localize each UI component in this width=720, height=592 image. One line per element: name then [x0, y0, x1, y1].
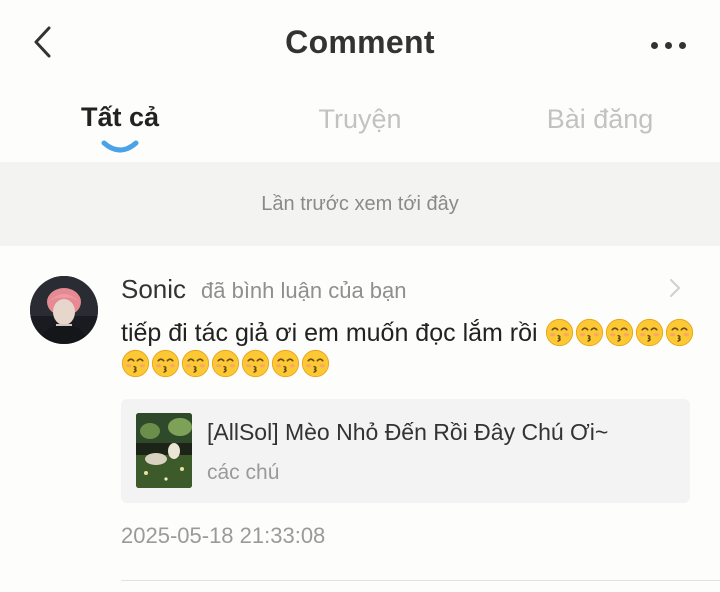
tab-stories[interactable]: Truyện — [240, 104, 480, 135]
more-dot — [664, 41, 672, 49]
tab-posts[interactable]: Bài đăng — [480, 104, 720, 135]
story-cover-image — [136, 413, 192, 488]
comment-action-text: đã bình luận của bạn — [201, 278, 407, 303]
kissing-face-smiling-eyes-icon — [545, 318, 573, 347]
avatar[interactable] — [30, 276, 98, 344]
kissing-face-smiling-eyes-icon — [211, 349, 240, 378]
comment-text: tiếp đi tác giả ơi em muốn đọc lắm rồi — [121, 318, 701, 380]
kissing-face-smiling-eyes-icon — [271, 349, 300, 378]
tab-bar: Tất cả Truyện Bài đăng — [0, 96, 720, 162]
kissing-face-smiling-eyes-icon — [575, 318, 603, 347]
more-options-button[interactable] — [642, 30, 694, 60]
last-viewed-divider: Lần trước xem tới đây — [0, 162, 720, 246]
active-tab-indicator — [101, 140, 139, 153]
story-title: [AllSol] Mèo Nhỏ Đến Rồi Đây Chú Ơi~ — [207, 419, 609, 445]
kissing-face-smiling-eyes-icon — [151, 349, 180, 378]
kissing-face-smiling-eyes-icon — [121, 349, 150, 378]
divider-line — [121, 580, 720, 581]
story-subtitle: các chú — [207, 461, 280, 484]
more-horizontal-icon — [650, 41, 658, 49]
kissing-face-smiling-eyes-icon — [665, 318, 693, 347]
kissing-face-smiling-eyes-icon — [181, 349, 210, 378]
kissing-face-smiling-eyes-icon — [241, 349, 270, 378]
more-dot — [678, 41, 686, 49]
story-card[interactable]: [AllSol] Mèo Nhỏ Đến Rồi Đây Chú Ơi~ các… — [121, 399, 690, 503]
kissing-face-smiling-eyes-icon — [635, 318, 663, 347]
comment-timestamp: 2025-05-18 21:33:08 — [121, 523, 326, 548]
comment-item[interactable]: Sonic đã bình luận của bạn tiếp đi tác g… — [0, 246, 720, 592]
tab-all[interactable]: Tất cả — [0, 102, 240, 133]
kissing-face-smiling-eyes-icon — [605, 318, 633, 347]
chevron-right-icon[interactable] — [666, 276, 684, 300]
kissing-face-smiling-eyes-icon — [301, 349, 330, 378]
comment-text-content: tiếp đi tác giả ơi em muốn đọc lắm rồi — [121, 319, 538, 347]
app-header: Comment — [0, 0, 720, 86]
avatar-image — [30, 276, 98, 344]
page-title: Comment — [285, 24, 435, 60]
last-viewed-text: Lần trước xem tới đây — [261, 192, 459, 215]
comment-username[interactable]: Sonic — [121, 274, 186, 305]
